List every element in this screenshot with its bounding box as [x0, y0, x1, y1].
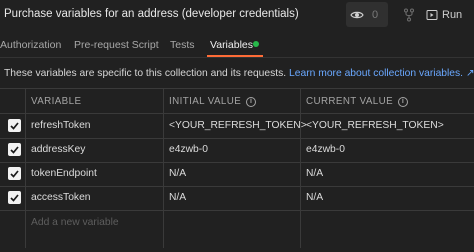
info-icon[interactable]: i [398, 96, 409, 107]
row-enabled-checkbox[interactable] [8, 119, 21, 132]
checkbox-check-icon [10, 121, 19, 130]
variable-name-cell[interactable]: refreshToken [31, 120, 91, 131]
table-row: addressKey e4zwb-0 e4zwb-0 [0, 138, 474, 162]
variables-description: These variables are specific to this col… [4, 67, 474, 79]
table-row: accessToken N/A N/A [0, 186, 474, 210]
tab-authorization[interactable]: Authorization [0, 39, 61, 51]
checkbox-check-icon [10, 193, 19, 202]
column-header-variable: VARIABLE [31, 96, 81, 107]
checkbox-check-icon [10, 169, 19, 178]
column-header-label: INITIAL VALUE [169, 96, 242, 107]
active-tab-indicator [207, 55, 263, 57]
row-enabled-checkbox[interactable] [8, 167, 21, 180]
row-enabled-checkbox[interactable] [8, 191, 21, 204]
add-variable-row: Add a new variable [0, 211, 474, 235]
learn-more-link[interactable]: Learn more about collection variables. ↗ [289, 68, 474, 79]
checkbox-check-icon [10, 145, 19, 154]
header-bar: Purchase variables for an address (devel… [0, 0, 474, 30]
column-header-label: VARIABLE [31, 96, 82, 107]
current-value-cell[interactable]: e4zwb-0 [306, 144, 345, 155]
row-enabled-checkbox[interactable] [8, 143, 21, 156]
tab-pre-request-script[interactable]: Pre-request Script [74, 39, 159, 51]
description-text: These variables are specific to this col… [4, 68, 287, 79]
variable-name-cell[interactable]: tokenEndpoint [31, 168, 97, 179]
current-value-cell[interactable]: <YOUR_REFRESH_TOKEN> [306, 120, 444, 131]
watch-count: 0 [372, 8, 379, 21]
initial-value-cell[interactable]: <YOUR_REFRESH_TOKEN> [169, 120, 307, 131]
app-window: Purchase variables for an address (devel… [0, 0, 474, 252]
initial-value-cell[interactable]: N/A [169, 168, 186, 179]
variables-table: VARIABLE INITIAL VALUE i CURRENT VALUE i… [0, 88, 474, 252]
current-value-cell[interactable]: N/A [306, 168, 323, 179]
info-icon[interactable]: i [246, 96, 257, 107]
run-button[interactable]: Run [426, 4, 462, 26]
add-variable-input[interactable]: Add a new variable [31, 217, 119, 228]
watch-button[interactable]: 0 [346, 2, 388, 27]
collection-title: Purchase variables for an address (devel… [4, 8, 299, 20]
tab-tests[interactable]: Tests [170, 39, 195, 51]
eye-icon [346, 2, 368, 27]
table-row: tokenEndpoint N/A N/A [0, 162, 474, 186]
current-value-cell[interactable]: N/A [306, 192, 323, 203]
column-header-current-value: CURRENT VALUE i [306, 96, 409, 107]
initial-value-cell[interactable]: e4zwb-0 [169, 144, 208, 155]
fork-button[interactable] [398, 4, 420, 26]
initial-value-cell[interactable]: N/A [169, 192, 186, 203]
run-icon [426, 10, 438, 20]
variable-name-cell[interactable]: accessToken [31, 192, 91, 203]
column-header-initial-value: INITIAL VALUE i [169, 96, 257, 107]
table-divider [0, 88, 474, 89]
fork-icon [404, 8, 414, 22]
run-label: Run [442, 9, 463, 21]
column-header-label: CURRENT VALUE [306, 96, 394, 107]
unsaved-changes-dot [253, 41, 259, 47]
tab-variables[interactable]: Variables [210, 39, 253, 51]
variable-name-cell[interactable]: addressKey [31, 144, 85, 155]
table-row: refreshToken <YOUR_REFRESH_TOKEN> <YOUR_… [0, 114, 474, 138]
